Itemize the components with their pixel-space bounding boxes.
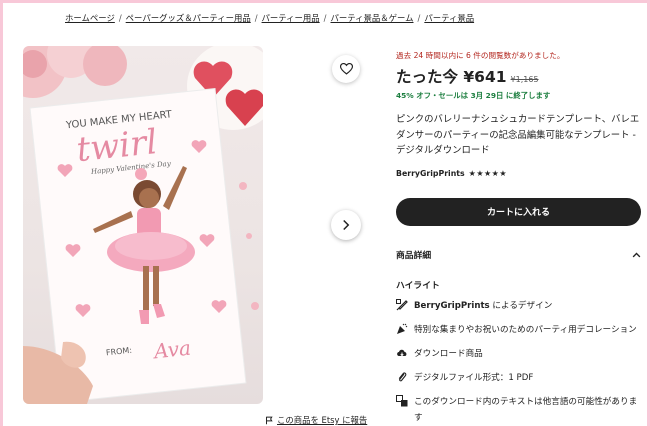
heart-outline-icon xyxy=(339,63,353,75)
chevron-right-icon xyxy=(343,219,350,231)
highlight-designer-text: によるデザイン xyxy=(489,300,553,311)
item-details-toggle[interactable]: 商品詳細 xyxy=(396,248,641,262)
breadcrumb-party-favors-games[interactable]: パーティ景品＆ゲーム xyxy=(331,12,414,24)
brush-icon xyxy=(396,298,408,310)
chevron-up-icon xyxy=(632,252,641,257)
breadcrumb-separator: / xyxy=(254,13,258,23)
highlight-designer-bold[interactable]: BerryGripPrints xyxy=(414,301,490,311)
highlight-file-format-text: デジタルファイル形式：1 PDF xyxy=(414,372,534,383)
sale-note: 45% オフ・セールは 3月 29日 に終了します xyxy=(396,91,551,100)
breadcrumb-party-favors[interactable]: パーティ景品 xyxy=(424,12,474,24)
highlight-download: ダウンロード商品 xyxy=(396,346,641,362)
breadcrumb-separator: / xyxy=(417,13,421,23)
product-title: ピンクのバレリーナシュシュカードテンプレート、バレエダンサーのパーティーの記念品… xyxy=(396,114,640,156)
flag-icon xyxy=(266,416,273,424)
page-frame: ホームページ / ペーパーグッズ＆パーティー用品 / パーティー用品 / パーテ… xyxy=(3,3,647,426)
highlight-designer: BerryGripPrints によるデザイン xyxy=(396,298,641,314)
breadcrumb-home[interactable]: ホームページ xyxy=(65,12,115,24)
listing-info-panel: 過去 24 時間以内に 6 件の閲覧数がありました。 たった今 ¥641 ¥1,… xyxy=(396,50,641,426)
highlight-file-format: デジタルファイル形式：1 PDF xyxy=(396,370,641,386)
cloud-download-icon xyxy=(397,349,407,356)
seller-link[interactable]: BerryGripPrints xyxy=(396,169,465,178)
item-details-heading: 商品詳細 xyxy=(396,251,432,261)
report-item-link[interactable]: この商品を Etsy に報告 xyxy=(265,414,367,426)
breadcrumb-paper-goods[interactable]: ペーパーグッズ＆パーティー用品 xyxy=(126,12,251,24)
seller-row: BerryGripPrints ★★★★★ xyxy=(396,168,641,180)
product-image[interactable]: YOU MAKE MY HEART twirl Happy Valentine'… xyxy=(23,46,263,404)
original-price: ¥1,165 xyxy=(510,75,539,84)
party-popper-icon xyxy=(397,323,408,334)
highlight-download-text: ダウンロード商品 xyxy=(414,348,483,359)
breadcrumb-party-supplies[interactable]: パーティー用品 xyxy=(262,12,320,24)
report-item-label: この商品を Etsy に報告 xyxy=(277,415,368,425)
add-to-cart-button[interactable]: カートに入れる xyxy=(396,197,641,226)
next-image-button[interactable] xyxy=(331,210,361,240)
rating-stars[interactable]: ★★★★★ xyxy=(469,169,507,178)
views-notice: 過去 24 時間以内に 6 件の閲覧数がありました。 xyxy=(396,51,565,60)
highlight-party-decor: 特別な集まりやお祝いのためのパーティ用デコレーション xyxy=(396,322,641,338)
breadcrumb: ホームページ / ペーパーグッズ＆パーティー用品 / パーティー用品 / パーテ… xyxy=(65,11,474,25)
highlight-language-text: このダウンロード内のテキストは他言語の可能性があります xyxy=(414,396,638,423)
translate-icon xyxy=(396,394,408,406)
highlights-heading: ハイライト xyxy=(396,280,440,291)
breadcrumb-separator: / xyxy=(323,13,327,23)
price-row: たった今 ¥641 ¥1,165 xyxy=(396,65,641,87)
card-from-name: Ava xyxy=(151,336,192,364)
highlight-party-decor-text: 特別な集まりやお祝いのためのパーティ用デコレーション xyxy=(414,324,637,335)
current-price: たった今 ¥641 xyxy=(396,68,507,86)
breadcrumb-separator: / xyxy=(118,13,122,23)
favorite-button[interactable] xyxy=(332,55,360,83)
highlight-language: このダウンロード内のテキストは他言語の可能性があります xyxy=(396,394,641,426)
paperclip-icon xyxy=(398,372,407,381)
product-photo-illustration: YOU MAKE MY HEART twirl Happy Valentine'… xyxy=(23,46,263,404)
